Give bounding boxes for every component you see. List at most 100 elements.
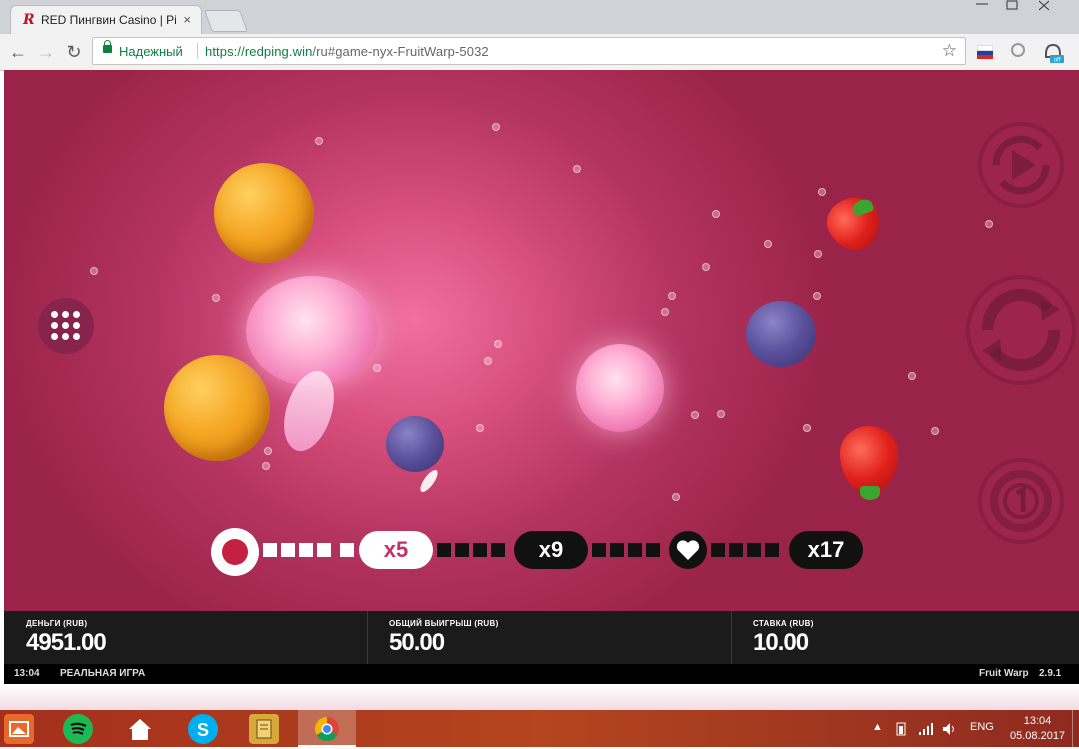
menu-dot [51, 322, 58, 329]
signal-icon[interactable] [918, 722, 934, 736]
plum-fruit [386, 416, 444, 472]
orange-fruit [164, 355, 270, 461]
progress-step [281, 543, 295, 557]
bubble [373, 364, 381, 372]
progress-step [646, 543, 660, 557]
language-indicator[interactable]: ENG [970, 721, 994, 733]
photo-glyph-icon [9, 721, 29, 737]
reload-button[interactable]: ↻ [62, 40, 86, 64]
bubble [661, 308, 669, 316]
bookmark-star-icon[interactable]: ☆ [942, 41, 957, 61]
bet-value: 10.00 [753, 629, 809, 656]
url-path: /ru#game-nyx-FruitWarp-5032 [312, 44, 489, 59]
forward-button[interactable]: → [34, 40, 58, 64]
lock-icon [103, 40, 112, 53]
bubble [315, 137, 323, 145]
game-canvas[interactable]: x5 x9 x17 [4, 70, 1079, 611]
menu-dot [73, 322, 80, 329]
bubble [264, 447, 272, 455]
heart-node [669, 531, 707, 569]
progress-step [437, 543, 451, 557]
skype-icon[interactable]: S [188, 714, 218, 744]
game-name: Fruit Warp [979, 668, 1029, 679]
bubble [908, 372, 916, 380]
progress-step [765, 543, 779, 557]
bubble [262, 462, 270, 470]
spotify-icon[interactable] [63, 714, 93, 744]
browser-tab[interactable]: R RED Пингвин Casino | Pi × [10, 5, 202, 34]
strawberry-icon [222, 539, 248, 565]
new-tab-button[interactable] [203, 10, 249, 32]
strawberry-progress-icon [211, 528, 259, 576]
total-win-value: 50.00 [389, 629, 445, 656]
photos-app-icon[interactable] [4, 714, 34, 744]
bubble [476, 424, 484, 432]
autoplay-icon [992, 135, 1050, 195]
security-label: Надежный [119, 44, 183, 59]
back-button[interactable]: ← [6, 40, 30, 64]
bubble [712, 210, 720, 218]
play-mode: РЕАЛЬНАЯ ИГРА [60, 668, 146, 679]
window-close-icon[interactable] [1034, 0, 1054, 12]
bet-label: СТАВКА (RUB) [753, 619, 814, 628]
bubble [803, 424, 811, 432]
bubble [931, 427, 939, 435]
total-win-panel: ОБЩИЙ ВЫИГРЫШ (RUB) 50.00 [367, 611, 732, 664]
bubble [668, 292, 676, 300]
game-status-bar: ДЕНЬГИ (RUB) 4951.00 ОБЩИЙ ВЫИГРЫШ (RUB)… [4, 611, 1079, 664]
extension-circle-icon[interactable] [1011, 43, 1025, 57]
archive-app-icon[interactable] [249, 714, 279, 744]
spin-button[interactable] [966, 275, 1076, 385]
system-clock[interactable]: 13:04 05.08.2017 [1010, 714, 1065, 744]
tab-close-icon[interactable]: × [183, 12, 191, 27]
strawberry-fruit [840, 426, 898, 500]
address-separator [197, 43, 198, 59]
menu-dot [62, 333, 69, 340]
bubble [494, 340, 502, 348]
bubble [484, 357, 492, 365]
plum-fruit [746, 301, 816, 367]
bubble [702, 263, 710, 271]
url-text: https://redping.win/ru#game-nyx-FruitWar… [205, 44, 489, 59]
progress-step [473, 543, 487, 557]
show-desktop-button[interactable] [1072, 710, 1079, 747]
extension-off-icon[interactable]: off [1042, 42, 1064, 64]
autoplay-button[interactable] [978, 122, 1064, 208]
maximize-icon[interactable] [1002, 0, 1022, 12]
home-icon[interactable] [125, 714, 155, 744]
chrome-icon [314, 717, 339, 742]
info-bar: 13:04 РЕАЛЬНАЯ ИГРА Fruit Warp 2.9.1 [4, 664, 1079, 684]
game-version: 2.9.1 [1039, 668, 1062, 679]
tray-expand-icon[interactable]: ▲ [872, 721, 883, 733]
bubble [764, 240, 772, 248]
battery-icon[interactable] [894, 722, 908, 736]
progress-step [317, 543, 331, 557]
redping-favicon-icon: R [23, 12, 35, 28]
extension-off-badge: off [1054, 58, 1061, 64]
address-bar[interactable]: Надежный https://redping.win/ru#game-nyx… [92, 37, 966, 65]
volume-icon[interactable] [942, 722, 958, 736]
strawberry-leaf [860, 486, 880, 500]
game-menu-button[interactable] [38, 298, 94, 354]
chrome-taskbar-button[interactable] [298, 710, 356, 747]
multiplier-x9: x9 [514, 531, 588, 569]
money-value: 4951.00 [26, 629, 107, 656]
clock-time: 13:04 [1023, 715, 1052, 727]
russian-flag-icon[interactable] [977, 45, 993, 59]
skype-s-icon: S [197, 720, 209, 740]
bubble [985, 220, 993, 228]
minimize-icon[interactable] [972, 0, 992, 12]
bubble [717, 410, 725, 418]
bubble [691, 411, 699, 419]
money-panel: ДЕНЬГИ (RUB) 4951.00 [4, 611, 368, 664]
windows-taskbar: S ▲ ENG 13:04 05.08.2017 [0, 710, 1079, 747]
bet-button[interactable] [978, 458, 1064, 544]
url-host: https://redping.win [205, 44, 313, 59]
bubble [212, 294, 220, 302]
bubble [573, 165, 581, 173]
spotify-waves-icon [70, 722, 87, 735]
juice-splash [416, 467, 442, 495]
menu-dot [62, 311, 69, 318]
orange-fruit [214, 163, 314, 263]
bet-panel: СТАВКА (RUB) 10.00 [731, 611, 1079, 664]
